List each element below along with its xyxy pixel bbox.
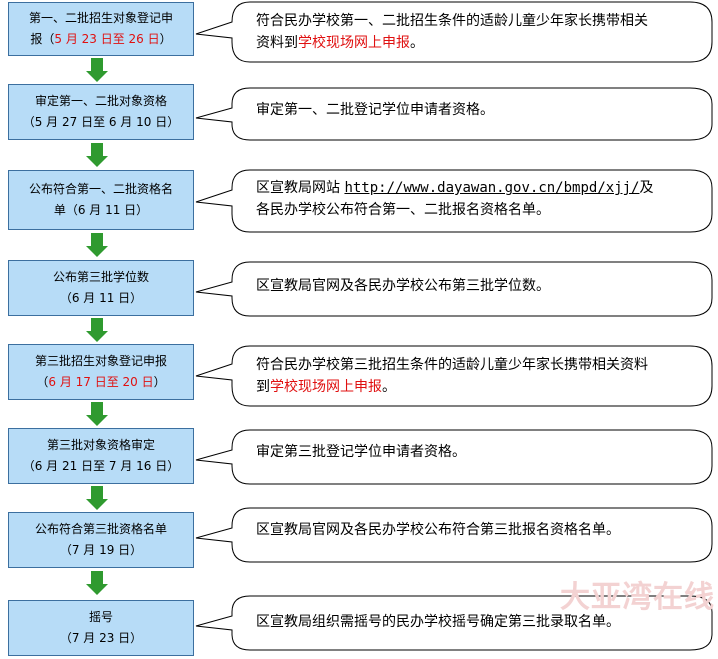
note-1-text-end: 。 [410, 35, 424, 51]
step-3-line1: 公布符合第一、二批资格名 [28, 182, 173, 196]
step-1-text-end: ） [159, 32, 172, 46]
step-4-line1: 公布第三批学位数 [52, 270, 149, 284]
step-1-line2: 报（5 月 23 日至 26 日） [9, 29, 193, 50]
step-5-text-end: ） [153, 375, 166, 389]
note-1-line1: 符合民办学校第一、二批招生条件的适龄儿童少年家长携带相关 [256, 13, 648, 29]
step-5-line1: 第三批招生对象登记申报 [34, 354, 167, 368]
watermark: 大亚湾在线 [560, 580, 715, 615]
step-6-line2: （6 月 21 日至 7 月 16 日） [22, 459, 180, 473]
website-link[interactable]: http://www.dayawan.gov.cn/bmpd/xjj/ [344, 180, 639, 196]
step-5-line2: （6 月 17 日至 20 日） [9, 372, 193, 393]
step-2-line2: （5 月 27 日至 6 月 10 日） [22, 115, 180, 129]
note-3: 区宣教局网站 http://www.dayawan.gov.cn/bmpd/xj… [256, 177, 706, 221]
note-2: 审定第一、二批登记学位申请者资格。 [256, 99, 706, 121]
step-8-box: 摇号 （7 月 23 日） [8, 600, 194, 656]
note-1-text: 资料到 [256, 35, 298, 51]
note-5-text: 到 [256, 379, 270, 395]
note-4: 区宣教局官网及各民办学校公布第三批学位数。 [256, 275, 706, 297]
step-2-line1: 审定第一、二批对象资格 [34, 94, 167, 108]
note-5: 符合民办学校第三批招生条件的适龄儿童少年家长携带相关资料 到学校现场网上申报。 [256, 354, 706, 398]
step-2-box: 审定第一、二批对象资格 （5 月 27 日至 6 月 10 日） [8, 84, 194, 140]
note-3-text-end: 及 [639, 180, 654, 196]
note-1-line2: 资料到学校现场网上申报。 [256, 32, 706, 54]
note-7: 区宣教局官网及各民办学校公布符合第三批报名资格名单。 [256, 519, 706, 541]
step-7-line1: 公布符合第三批资格名单 [34, 522, 167, 536]
step-1-text: 报（ [30, 32, 55, 46]
note-3-text: 区宣教局网站 [256, 180, 345, 196]
step-1-date: 5 月 23 日至 26 日 [54, 32, 160, 46]
note-1: 符合民办学校第一、二批招生条件的适龄儿童少年家长携带相关 资料到学校现场网上申报… [256, 10, 706, 54]
note-5-text-end: 。 [382, 379, 396, 395]
step-6-line1: 第三批对象资格审定 [46, 438, 155, 452]
note-2-line1: 审定第一、二批登记学位申请者资格。 [256, 102, 494, 118]
note-3-line1: 区宣教局网站 http://www.dayawan.gov.cn/bmpd/xj… [256, 177, 706, 199]
step-8-line1: 摇号 [88, 610, 113, 624]
step-7-line2: （7 月 19 日） [59, 543, 143, 557]
note-3-line2: 各民办学校公布符合第一、二批报名资格名单。 [256, 202, 550, 218]
note-6-line1: 审定第三批登记学位申请者资格。 [256, 444, 466, 460]
step-3-line2: 单（6 月 11 日） [53, 203, 149, 217]
step-4-line2: （6 月 11 日） [59, 291, 143, 305]
note-5-highlight: 学校现场网上申报 [270, 379, 382, 395]
step-3-box: 公布符合第一、二批资格名 单（6 月 11 日） [8, 170, 194, 230]
step-5-box: 第三批招生对象登记申报 （6 月 17 日至 20 日） [8, 344, 194, 400]
step-1-line1: 第一、二批招生对象登记申 [28, 11, 173, 25]
step-7-box: 公布符合第三批资格名单 （7 月 19 日） [8, 512, 194, 568]
step-4-box: 公布第三批学位数 （6 月 11 日） [8, 260, 194, 316]
step-6-box: 第三批对象资格审定 （6 月 21 日至 7 月 16 日） [8, 428, 194, 484]
note-1-highlight: 学校现场网上申报 [298, 35, 410, 51]
note-7-line1: 区宣教局官网及各民办学校公布符合第三批报名资格名单。 [256, 522, 620, 538]
note-5-line1: 符合民办学校第三批招生条件的适龄儿童少年家长携带相关资料 [256, 357, 648, 373]
note-5-line2: 到学校现场网上申报。 [256, 376, 706, 398]
step-8-line2: （7 月 23 日） [59, 631, 143, 645]
note-6: 审定第三批登记学位申请者资格。 [256, 441, 706, 463]
step-5-date: 6 月 17 日至 20 日 [48, 375, 154, 389]
step-1-box: 第一、二批招生对象登记申 报（5 月 23 日至 26 日） [8, 2, 194, 56]
step-5-text: （ [36, 375, 49, 389]
note-4-line1: 区宣教局官网及各民办学校公布第三批学位数。 [256, 278, 550, 294]
